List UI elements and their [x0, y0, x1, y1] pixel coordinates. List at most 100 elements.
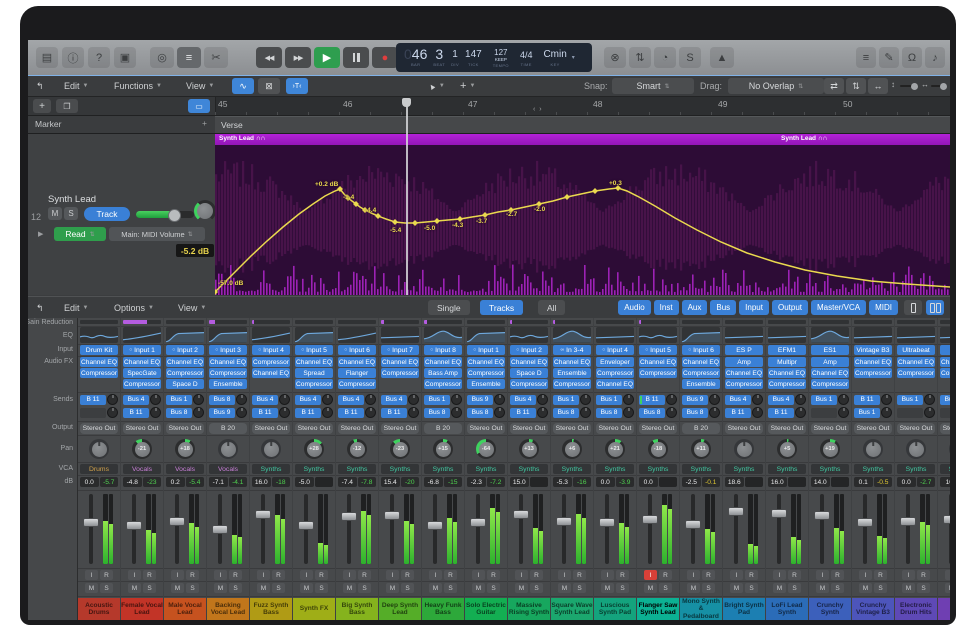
- solo-button[interactable]: S: [573, 583, 586, 593]
- send-knob[interactable]: [924, 394, 935, 405]
- input-monitor-button[interactable]: I: [558, 570, 571, 580]
- input-button[interactable]: ○Input 2: [510, 345, 548, 355]
- send-bus-button[interactable]: Bus 8: [553, 408, 579, 418]
- cycle-skip-icon[interactable]: ‹ ›: [533, 106, 543, 113]
- mute-button[interactable]: M: [300, 583, 313, 593]
- pan-knob[interactable]: +21: [594, 437, 636, 461]
- pan-knob[interactable]: -21: [121, 437, 163, 461]
- fader-cap[interactable]: [427, 521, 443, 530]
- channel-name[interactable]: Female Vocal Lead: [121, 598, 163, 620]
- vertical-zoom-slider[interactable]: [900, 85, 918, 87]
- output-button[interactable]: Stereo Out: [295, 423, 333, 434]
- fx-button[interactable]: Channel EQ: [725, 368, 763, 378]
- fx-button[interactable]: Channel EQ: [295, 357, 333, 367]
- fx-button[interactable]: Channel EQ: [510, 357, 548, 367]
- drag-select[interactable]: No Overlap⇅: [728, 78, 824, 94]
- mute-button[interactable]: M: [859, 583, 872, 593]
- send-bus-button[interactable]: Bus 8: [209, 395, 235, 405]
- zoom-v-icon[interactable]: ⇅: [846, 78, 866, 94]
- fader-cap[interactable]: [642, 515, 658, 524]
- channel-name[interactable]: Male Vocal Lead: [164, 598, 206, 620]
- send-bus-button[interactable]: B 11: [510, 408, 536, 418]
- input-button[interactable]: ○Input 8: [424, 345, 462, 355]
- fx-button[interactable]: Compressor: [80, 368, 118, 378]
- filter-mastervca[interactable]: Master/VCA: [811, 300, 866, 315]
- record-enable-button[interactable]: R: [487, 570, 500, 580]
- solo-button[interactable]: S: [831, 583, 844, 593]
- input-button[interactable]: ○Input 1: [123, 345, 161, 355]
- solo-button[interactable]: S: [100, 583, 113, 593]
- playhead-handle[interactable]: [402, 98, 411, 107]
- back-arrow-icon[interactable]: ↰: [36, 79, 44, 93]
- channel-name[interactable]: Ri B: [938, 598, 950, 620]
- mixer-strip[interactable]: UltrabeatChannel EQCompressorBus 1Stereo…: [895, 318, 937, 620]
- send-knob[interactable]: [623, 407, 634, 418]
- input-monitor-button[interactable]: I: [429, 570, 442, 580]
- pan-knob[interactable]: -12: [336, 437, 378, 461]
- solo-button[interactable]: S: [272, 583, 285, 593]
- fx-button[interactable]: Amp: [725, 357, 763, 367]
- fx-button[interactable]: Space D: [510, 368, 548, 378]
- fx-button[interactable]: SpecGate: [123, 368, 161, 378]
- output-button[interactable]: Stereo Out: [123, 423, 161, 434]
- mixer-strip[interactable]: ES1AmpChannel EQCompressorBus 1Stereo Ou…: [809, 318, 851, 620]
- flex-icon[interactable]: ›T‹: [286, 78, 308, 94]
- mixer-icon[interactable]: ≡: [177, 47, 201, 68]
- mute-button[interactable]: M: [257, 583, 270, 593]
- fx-button[interactable]: Ensemble: [553, 368, 591, 378]
- input-button[interactable]: ○Input 4: [252, 345, 290, 355]
- send-knob[interactable]: [107, 394, 118, 405]
- fx-button[interactable]: Compressor: [381, 368, 419, 378]
- send-knob[interactable]: [322, 394, 333, 405]
- mixer-strip[interactable]: ∞In 3-4Channel EQEnsembleCompressorBus 1…: [551, 318, 593, 620]
- library-icon[interactable]: ▤: [36, 47, 58, 68]
- send-knob[interactable]: [107, 407, 118, 418]
- send-knob[interactable]: [365, 394, 376, 405]
- playhead[interactable]: [406, 98, 408, 295]
- output-button[interactable]: Stereo Out: [596, 423, 634, 434]
- mixer-strip[interactable]: ○Input 5Channel EQCompressorB 11Bus 8Ste…: [637, 318, 679, 620]
- tab-all[interactable]: All: [538, 300, 565, 315]
- send-knob[interactable]: [279, 394, 290, 405]
- channel-name[interactable]: Solo Electric Guitar: [465, 598, 507, 620]
- eq-thumbnail[interactable]: [768, 327, 806, 343]
- lcd-display[interactable]: 046BAR3BEAT1DIV147TICK127KEEPTEMPO4/4TIM…: [396, 43, 592, 72]
- send-knob[interactable]: [623, 394, 634, 405]
- send-knob[interactable]: [150, 394, 161, 405]
- fx-button[interactable]: Compressor: [209, 368, 247, 378]
- send-bus-button[interactable]: B 11: [338, 408, 364, 418]
- solo-button[interactable]: S: [401, 583, 414, 593]
- input-button[interactable]: ○Input 5: [639, 345, 677, 355]
- list-editors-icon[interactable]: ≡: [856, 47, 876, 68]
- eq-thumbnail[interactable]: [510, 327, 548, 343]
- fx-button[interactable]: Compressor: [510, 379, 548, 389]
- solo-button[interactable]: S: [229, 583, 242, 593]
- fx-button[interactable]: Compressor: [940, 368, 950, 378]
- eq-thumbnail[interactable]: [553, 327, 591, 343]
- tab-single[interactable]: Single: [428, 300, 470, 315]
- vca-button[interactable]: Vocals: [123, 464, 161, 474]
- punch-icon[interactable]: ⇅: [629, 47, 651, 68]
- output-button[interactable]: Stereo Out: [940, 423, 950, 434]
- fx-button[interactable]: Channel EQ: [940, 357, 950, 367]
- send-bus-button[interactable]: Bus 8: [682, 408, 708, 418]
- output-button[interactable]: B 20: [682, 423, 720, 434]
- eq-thumbnail[interactable]: [725, 327, 763, 343]
- input-button[interactable]: ∞In 3-4: [553, 345, 591, 355]
- fader-cap[interactable]: [169, 517, 185, 526]
- solo-button[interactable]: S: [745, 583, 758, 593]
- mute-button[interactable]: M: [429, 583, 442, 593]
- mixer-strip[interactable]: ○Input 7Channel EQCompressorBus 4B 11Ste…: [379, 318, 421, 620]
- send-knob[interactable]: [537, 394, 548, 405]
- eq-thumbnail[interactable]: [166, 327, 204, 343]
- filter-input[interactable]: Input: [739, 300, 769, 315]
- send-knob[interactable]: [193, 407, 204, 418]
- eq-thumbnail[interactable]: [381, 327, 419, 343]
- vca-button[interactable]: Synths: [682, 464, 720, 474]
- toolbar-icon[interactable]: ▣: [114, 47, 136, 68]
- channel-name[interactable]: Big Synth Bass: [336, 598, 378, 620]
- automation-mode-select[interactable]: Read⇅: [54, 227, 106, 241]
- pan-knob[interactable]: [250, 437, 292, 461]
- record-enable-button[interactable]: R: [917, 570, 930, 580]
- track-volume-slider[interactable]: [136, 211, 194, 218]
